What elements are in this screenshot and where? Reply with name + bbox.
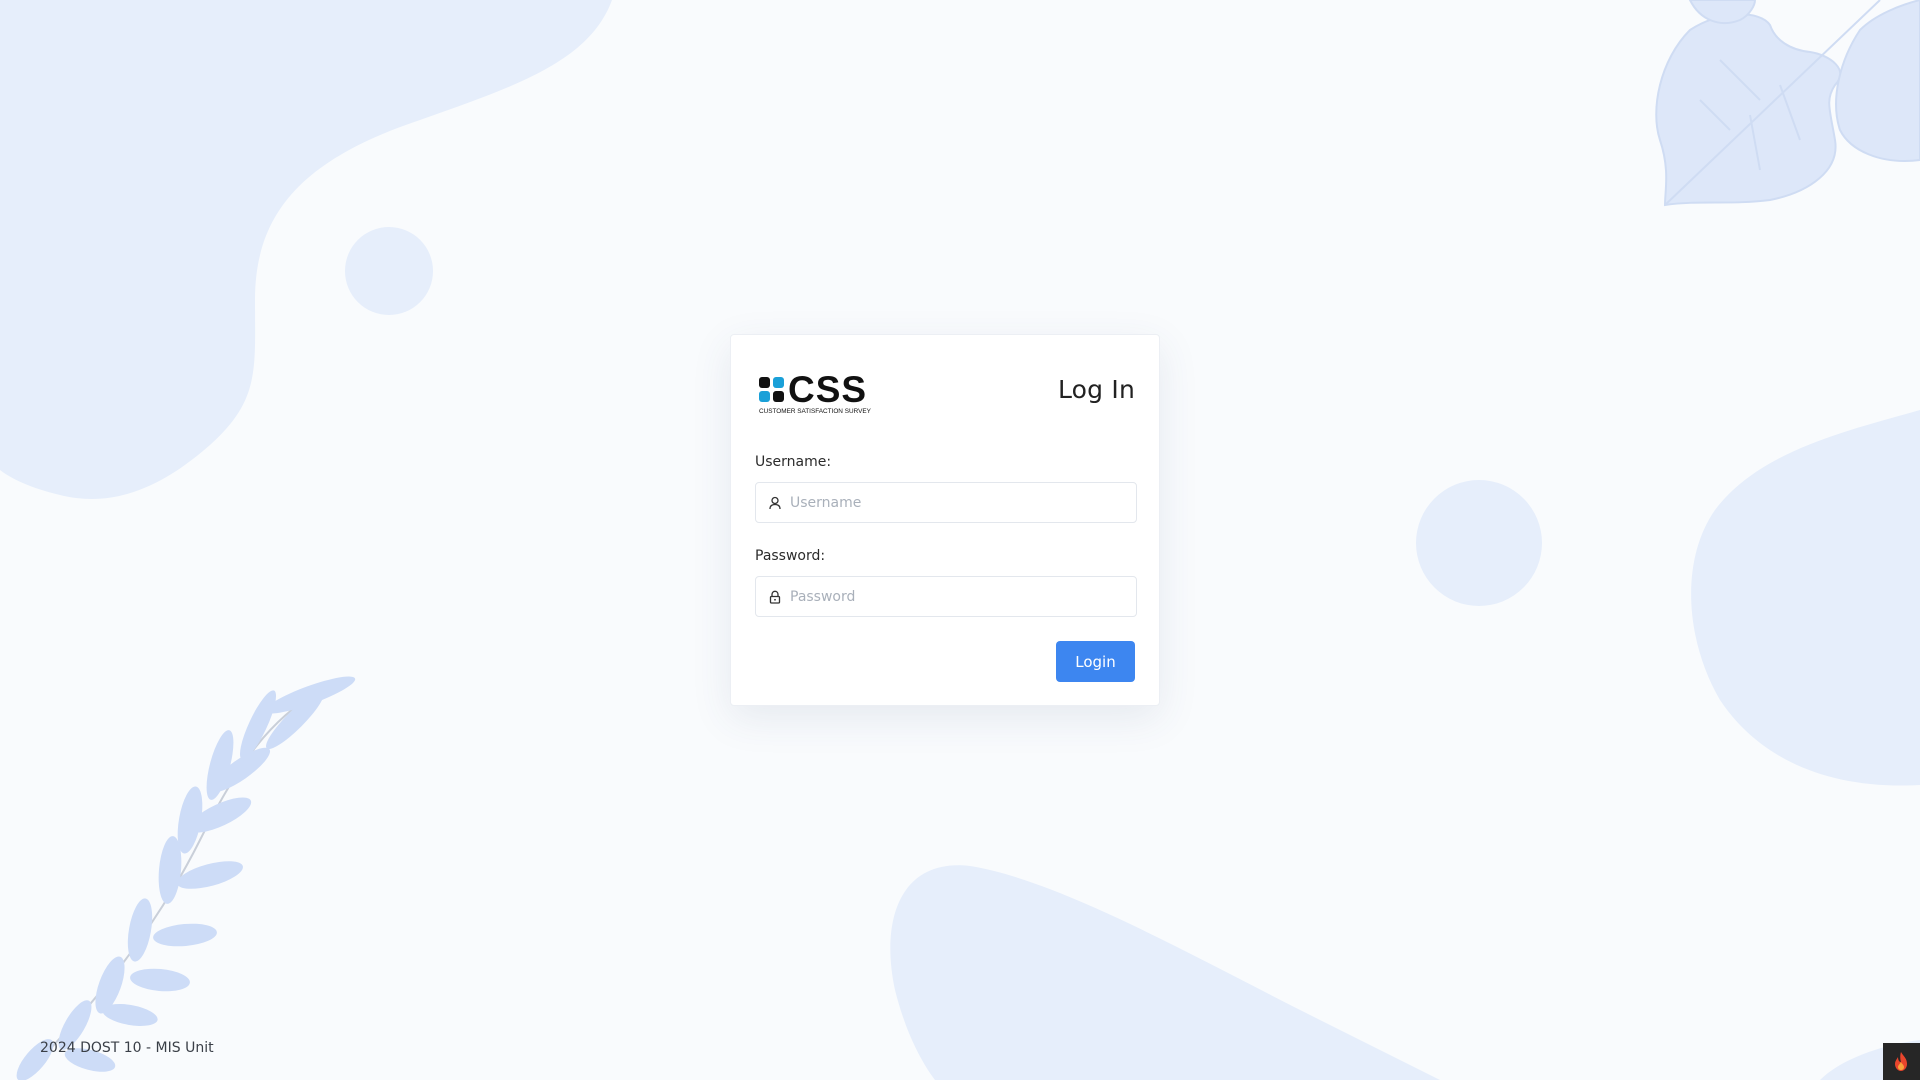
left-circle xyxy=(345,227,433,315)
username-label: Username: xyxy=(755,454,832,470)
olive-branch xyxy=(16,676,356,1080)
username-field[interactable] xyxy=(755,482,1137,523)
username-input[interactable] xyxy=(790,483,1130,522)
login-page: CSS CUSTOMER SATISFACTION SURVEY Log In … xyxy=(0,0,1920,1080)
debug-toolbar-toggle[interactable] xyxy=(1883,1043,1920,1080)
password-field[interactable] xyxy=(755,576,1137,617)
bottom-blob xyxy=(890,865,1440,1080)
logo-mark-icon xyxy=(759,377,784,402)
login-button[interactable]: Login xyxy=(1056,641,1135,682)
password-input[interactable] xyxy=(790,577,1130,616)
logo-subtitle: CUSTOMER SATISFACTION SURVEY xyxy=(759,408,872,415)
page-title: Log In xyxy=(1057,375,1135,404)
top-left-blob xyxy=(0,0,612,499)
right-blob xyxy=(1691,410,1920,786)
css-logo: CSS CUSTOMER SATISFACTION SURVEY xyxy=(759,369,872,415)
login-card: CSS CUSTOMER SATISFACTION SURVEY Log In … xyxy=(730,334,1160,706)
logo-text: CSS xyxy=(788,369,867,410)
right-circle xyxy=(1416,480,1542,606)
monstera-leaf xyxy=(1655,0,1920,207)
password-label: Password: xyxy=(755,548,826,564)
lock-icon xyxy=(769,590,781,604)
flame-icon xyxy=(1895,1052,1907,1071)
user-icon xyxy=(769,496,781,510)
footer-text: 2024 DOST 10 - MIS Unit xyxy=(40,1040,214,1056)
